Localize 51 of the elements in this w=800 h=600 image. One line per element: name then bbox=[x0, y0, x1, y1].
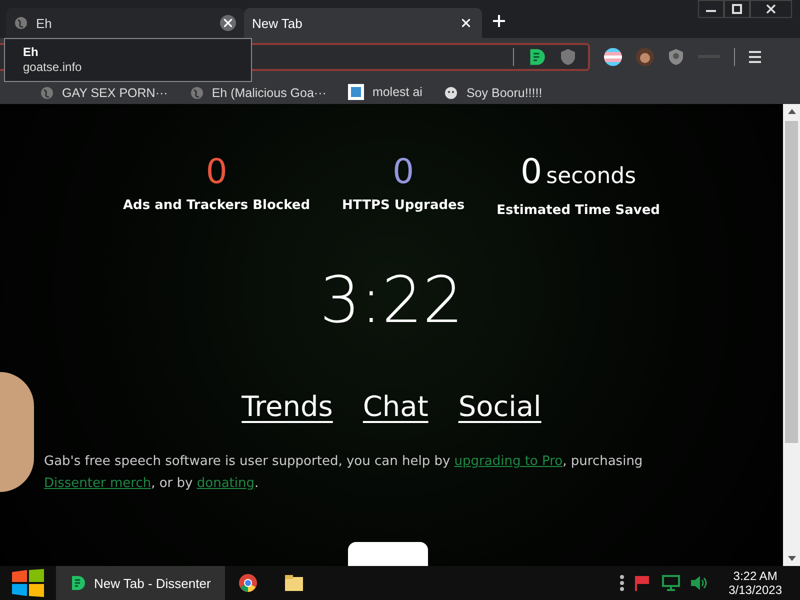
image-icon bbox=[348, 84, 364, 100]
clock-text: 3:22 bbox=[320, 264, 464, 338]
stat-label: Estimated Time Saved bbox=[496, 203, 660, 218]
tooltip-url: goatse.info bbox=[23, 60, 83, 75]
tab-title: Eh bbox=[36, 16, 53, 30]
close-icon bbox=[462, 19, 470, 27]
tab-title: New Tab bbox=[252, 16, 304, 30]
taskbar-task[interactable]: New Tab - Dissenter bbox=[56, 566, 225, 600]
tooltip-title: Eh bbox=[23, 45, 40, 60]
maximize-icon bbox=[732, 4, 742, 14]
minimize-button[interactable] bbox=[698, 0, 724, 18]
globe-icon bbox=[14, 16, 28, 30]
plus-icon bbox=[492, 14, 506, 28]
taskbar-time: 3:22 AM bbox=[732, 569, 778, 583]
mascot-icon bbox=[444, 86, 458, 100]
stat-label: HTTPS Upgrades bbox=[342, 198, 465, 213]
browser-tab[interactable]: Eh bbox=[6, 8, 244, 38]
support-link[interactable]: donating bbox=[196, 476, 254, 491]
nav-link[interactable]: Trends bbox=[242, 390, 333, 423]
stat-value: 0 seconds bbox=[520, 152, 636, 194]
dissenter-icon bbox=[70, 575, 86, 591]
bookmark-link[interactable]: GAY SEX PORN··· bbox=[40, 86, 168, 100]
close-tab-button[interactable] bbox=[220, 15, 236, 31]
close-icon bbox=[766, 4, 776, 14]
striped-flag-icon[interactable] bbox=[604, 48, 622, 66]
support-link[interactable]: upgrading to Pro bbox=[454, 454, 563, 469]
nav-link[interactable]: Social bbox=[458, 390, 542, 423]
close-icon bbox=[224, 19, 232, 27]
shield-icon bbox=[560, 48, 576, 66]
stat-value: 0 bbox=[392, 152, 414, 192]
shield-icon[interactable] bbox=[668, 48, 684, 66]
globe-icon bbox=[40, 86, 54, 100]
scrollbar[interactable] bbox=[783, 104, 800, 566]
stat-value: 0 bbox=[206, 152, 228, 192]
taskbar-date: 3/13/2023 bbox=[728, 583, 782, 597]
menu-icon[interactable] bbox=[749, 51, 761, 63]
support-notice: Gab's free speech software is user supported, you can help by upgrading to Pro, purchasing Dissenter merch, or by donating. bbox=[44, 453, 644, 493]
maximize-button[interactable] bbox=[724, 0, 750, 18]
down-arrow-icon bbox=[788, 556, 796, 561]
stat-label: Ads and Trackers Blocked bbox=[123, 198, 310, 213]
bookmark-link[interactable]: Soy Booru!!!!! bbox=[444, 86, 542, 100]
avatar-icon[interactable] bbox=[636, 48, 654, 66]
browser-tab[interactable]: New Tab bbox=[244, 8, 482, 38]
bookmark-link[interactable]: Eh (Malicious Goa··· bbox=[190, 86, 326, 100]
nav-link[interactable]: Chat bbox=[362, 390, 428, 423]
dissenter-icon bbox=[528, 48, 546, 66]
close-button[interactable] bbox=[750, 0, 792, 18]
up-arrow-icon bbox=[788, 109, 796, 114]
support-link[interactable]: Dissenter merch bbox=[44, 476, 152, 491]
bookmark-link[interactable]: molest ai bbox=[348, 84, 422, 100]
globe-icon bbox=[190, 86, 204, 100]
